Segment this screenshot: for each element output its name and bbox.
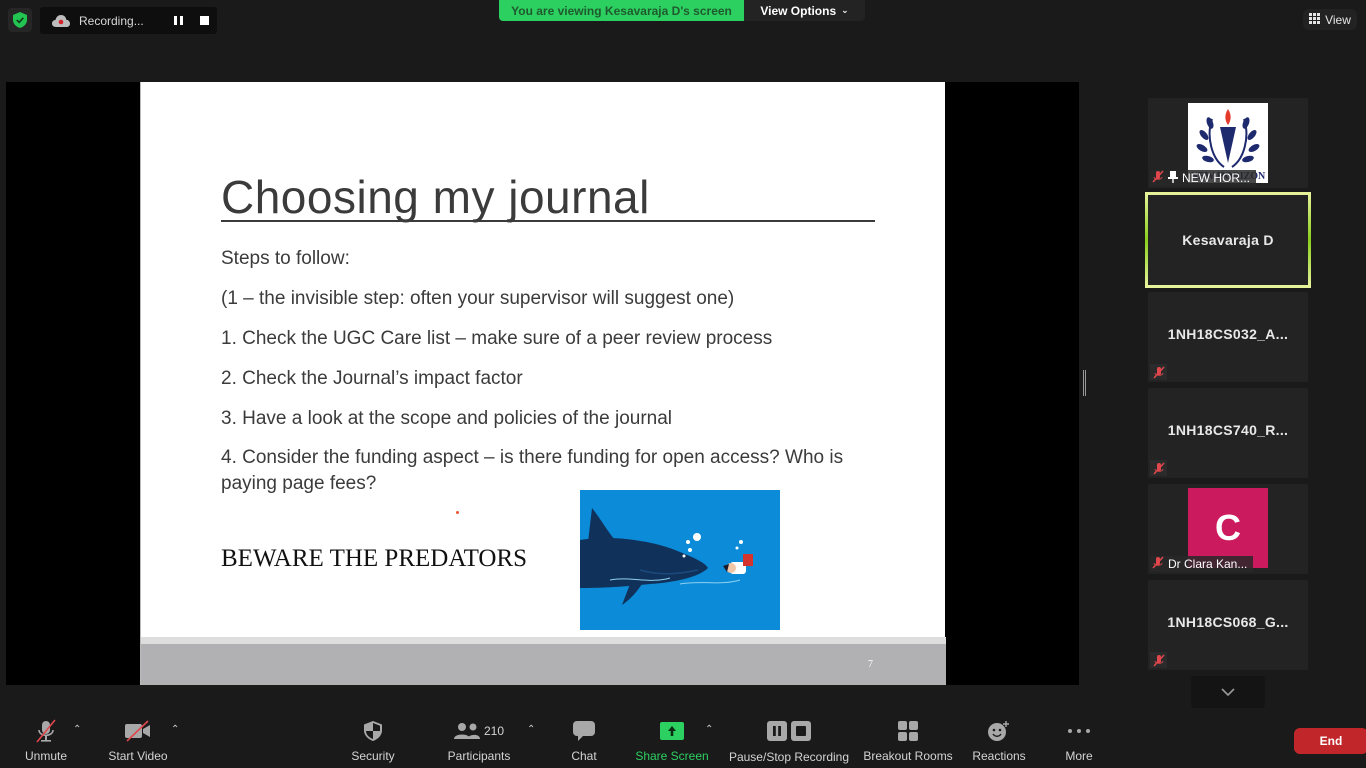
slide-line: Steps to follow: xyxy=(221,248,350,269)
slide-line: 2. Check the Journal’s impact factor xyxy=(221,368,523,389)
mic-muted-icon xyxy=(1150,364,1167,380)
video-off-icon xyxy=(124,718,152,744)
participant-name: 1NH18CS740_R... xyxy=(1167,422,1289,438)
participants-options-caret[interactable]: ⌃ xyxy=(527,724,535,735)
reactions-smiley-icon xyxy=(987,718,1011,744)
view-label: View xyxy=(1325,12,1351,27)
stop-icon xyxy=(791,721,811,741)
pause-stop-recording-label: Pause/Stop Recording xyxy=(728,750,850,764)
share-screen-icon xyxy=(660,718,684,744)
participant-tile[interactable]: 1NH18CS032_A... xyxy=(1148,292,1308,382)
audio-options-caret[interactable]: ⌃ xyxy=(73,724,81,735)
view-layout-button[interactable]: View xyxy=(1303,9,1357,30)
slide-page-number: 7 xyxy=(868,659,873,670)
slide-line: 3. Have a look at the scope and policies… xyxy=(221,408,673,429)
reactions-label: Reactions xyxy=(972,749,1026,763)
pause-recording-button[interactable] xyxy=(165,7,191,34)
chat-bubble-icon xyxy=(573,718,595,744)
chat-label: Chat xyxy=(571,749,597,763)
participant-name: NEW HOR... xyxy=(1182,171,1250,185)
more-button[interactable]: More xyxy=(1059,718,1099,764)
pause-icon xyxy=(767,721,787,741)
pause-stop-recording-button[interactable]: Pause/Stop Recording xyxy=(728,718,850,764)
slide-footer-band xyxy=(141,637,946,644)
scroll-participants-down-button[interactable] xyxy=(1191,676,1265,708)
view-options-label: View Options xyxy=(760,3,837,18)
chat-button[interactable]: Chat xyxy=(568,718,600,764)
participant-name: Kesavaraja D xyxy=(1182,232,1274,248)
slide-footer xyxy=(141,644,946,685)
security-shield-icon xyxy=(364,718,382,744)
participant-tile[interactable]: 1NH18CS068_G... xyxy=(1148,580,1308,670)
security-label: Security xyxy=(351,749,395,763)
pin-icon xyxy=(1168,170,1178,186)
breakout-rooms-label: Breakout Rooms xyxy=(863,749,953,763)
more-label: More xyxy=(1065,749,1093,763)
mic-muted-icon xyxy=(1152,170,1164,186)
participants-icon: 210 xyxy=(453,718,505,744)
slide-line: 4. Consider the funding aspect – is ther… xyxy=(221,447,844,494)
participant-name: 1NH18CS032_A... xyxy=(1167,326,1289,342)
share-options-caret[interactable]: ⌃ xyxy=(705,724,713,735)
start-video-label: Start Video xyxy=(108,749,168,763)
breakout-rooms-button[interactable]: Breakout Rooms xyxy=(862,718,954,764)
shark-illustration xyxy=(580,490,780,630)
chevron-down-icon: ⌄ xyxy=(841,5,849,15)
reactions-button[interactable]: Reactions xyxy=(970,718,1028,764)
more-dots-icon xyxy=(1068,718,1090,744)
share-screen-button[interactable]: Share Screen xyxy=(635,718,709,764)
slide-line: 1. Check the UGC Care list – make sure o… xyxy=(221,328,773,349)
mic-muted-icon xyxy=(1150,652,1167,668)
title-underline xyxy=(221,220,875,222)
mic-muted-icon xyxy=(1150,460,1167,476)
viewing-screen-banner: You are viewing Kesavaraja D's screen xyxy=(499,0,744,21)
chevron-down-icon xyxy=(1221,683,1235,701)
grid-icon xyxy=(1309,12,1321,27)
unmute-button[interactable]: Unmute xyxy=(22,718,70,764)
view-options-button[interactable]: View Options ⌄ xyxy=(744,0,865,21)
participant-tile[interactable]: C Dr Clara Kan... xyxy=(1148,484,1308,574)
end-meeting-button[interactable]: End xyxy=(1294,728,1366,754)
encryption-shield-icon[interactable] xyxy=(8,8,32,32)
participants-label: Participants xyxy=(447,749,511,763)
participant-tile[interactable]: 1NH18CS740_R... xyxy=(1148,388,1308,478)
security-button[interactable]: Security xyxy=(348,718,398,764)
beware-heading: BEWARE THE PREDATORS xyxy=(221,545,528,572)
participants-count: 210 xyxy=(483,724,505,738)
participant-tile-active-speaker[interactable]: Kesavaraja D xyxy=(1145,192,1311,288)
slide-line: (1 – the invisible step: often your supe… xyxy=(221,288,735,309)
video-options-caret[interactable]: ⌃ xyxy=(171,724,179,735)
share-screen-label: Share Screen xyxy=(635,749,709,763)
participants-button[interactable]: 210 Participants xyxy=(448,718,510,764)
start-video-button[interactable]: Start Video xyxy=(105,718,171,764)
mic-muted-icon xyxy=(1152,556,1164,572)
cloud-recording-icon xyxy=(52,14,70,27)
panel-resize-handle[interactable] xyxy=(1083,370,1087,396)
participant-name: 1NH18CS068_G... xyxy=(1167,614,1289,630)
mic-muted-icon xyxy=(35,718,57,744)
stop-recording-button[interactable] xyxy=(191,7,217,34)
breakout-rooms-icon xyxy=(898,718,918,744)
recording-label: Recording... xyxy=(79,13,144,28)
participant-caption: Dr Clara Kan... xyxy=(1150,556,1254,572)
pause-stop-icons xyxy=(767,718,811,744)
participant-tile[interactable]: NEW HORIZON NEW HOR... xyxy=(1148,98,1308,188)
slide-title: Choosing my journal xyxy=(221,171,650,223)
presentation-slide: Choosing my journal Steps to follow: (1 … xyxy=(140,82,946,685)
recording-indicator: Recording... xyxy=(40,7,217,34)
participant-caption: NEW HOR... xyxy=(1150,170,1256,186)
participant-name: Dr Clara Kan... xyxy=(1168,557,1248,571)
laser-pointer xyxy=(456,511,459,514)
unmute-label: Unmute xyxy=(24,749,68,763)
